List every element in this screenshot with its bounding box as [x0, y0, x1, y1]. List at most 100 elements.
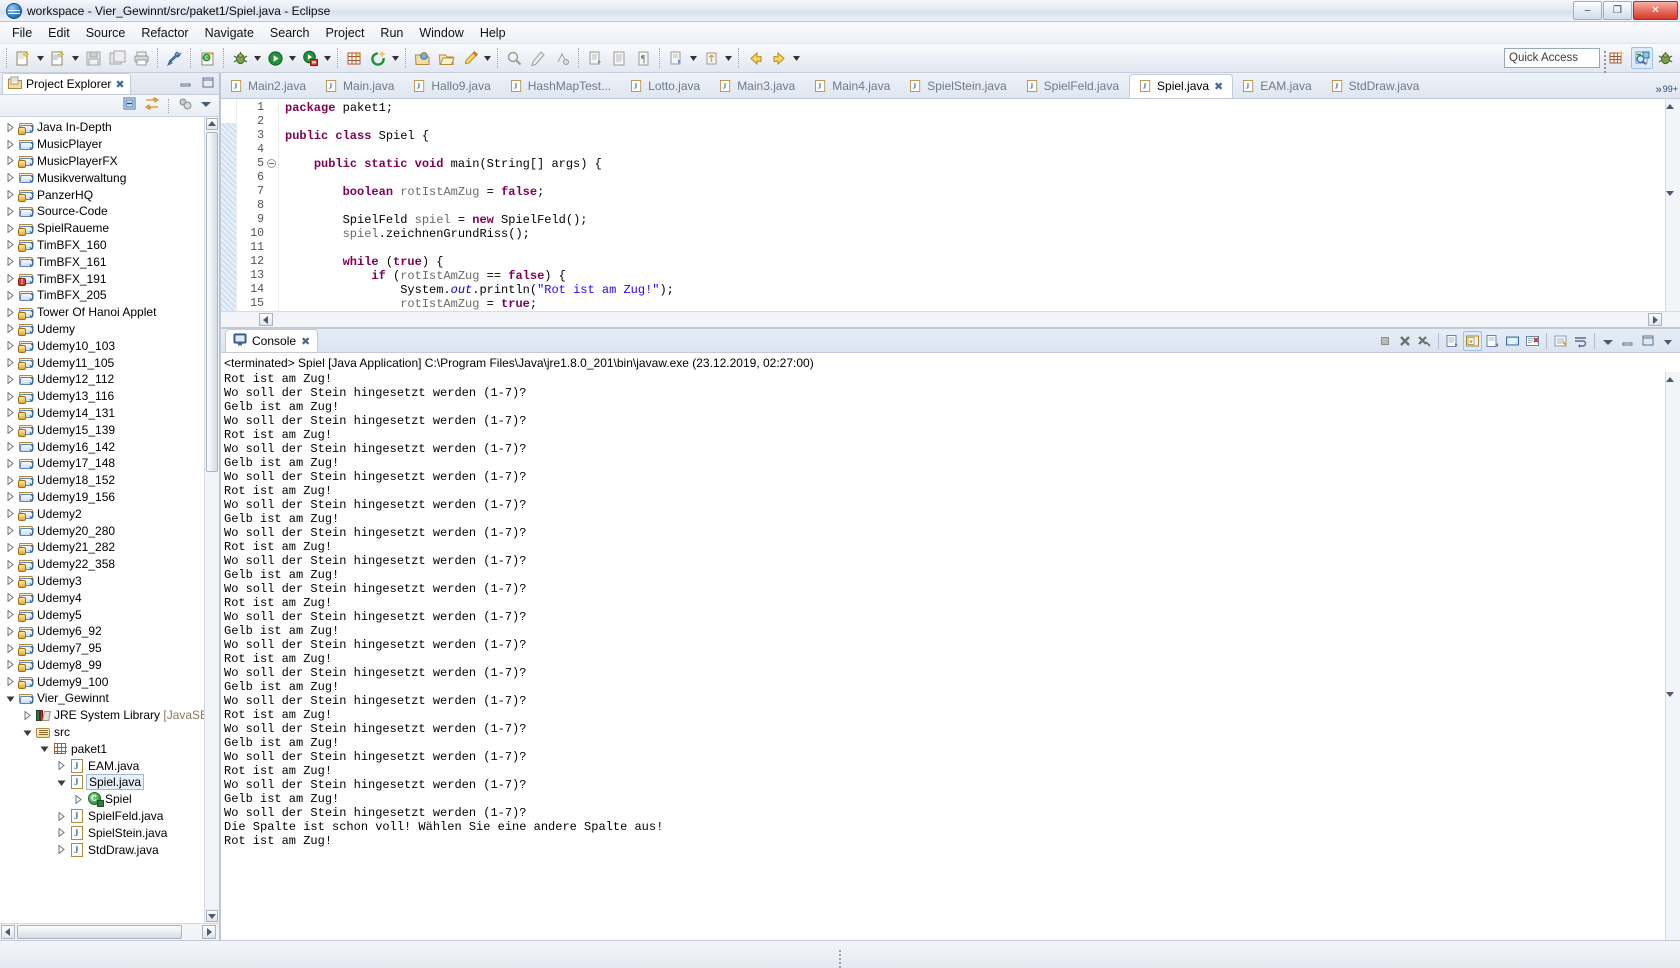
scroll-up-icon[interactable]: [1666, 372, 1680, 386]
chevron-right-icon[interactable]: [2, 274, 18, 284]
scroll-thumb[interactable]: [17, 925, 182, 939]
scroll-up-icon[interactable]: [206, 118, 218, 130]
folding-column[interactable]: [267, 99, 279, 311]
run-icon[interactable]: [264, 47, 286, 69]
collapse-all-icon[interactable]: [122, 96, 138, 115]
minimize-icon[interactable]: [178, 75, 194, 94]
tree-item[interactable]: J Udemy14_131: [0, 405, 219, 422]
back-icon[interactable]: [744, 47, 766, 69]
close-icon[interactable]: ✖: [115, 78, 124, 91]
show-console-icon[interactable]: [1443, 331, 1462, 351]
pin-console-icon[interactable]: [1463, 331, 1482, 351]
menu-refactor[interactable]: Refactor: [133, 24, 196, 42]
project-tree[interactable]: J Java In-Depth J MusicPlayer J MusicPlayerFX…: [0, 117, 219, 923]
word-wrap-icon[interactable]: [1571, 331, 1590, 351]
editor-tab-hashmaptest-[interactable]: J HashMapTest...: [501, 74, 621, 98]
new-package-icon[interactable]: [343, 47, 365, 69]
display-selected-console-icon[interactable]: [1483, 331, 1502, 351]
scroll-down-icon[interactable]: [206, 910, 218, 922]
focus-on-active-task-icon[interactable]: [177, 96, 193, 115]
tree-item[interactable]: J StdDraw.java: [0, 841, 219, 858]
chevron-right-icon[interactable]: [53, 761, 69, 771]
chevron-down-icon[interactable]: [1659, 331, 1678, 351]
scroll-right-icon[interactable]: [202, 925, 216, 939]
chevron-right-icon[interactable]: [2, 257, 18, 267]
tree-item[interactable]: J SpielFeld.java: [0, 808, 219, 825]
jump-up-dropdown-icon[interactable]: [723, 47, 734, 69]
tree-item[interactable]: J SpielRaueme: [0, 220, 219, 237]
tree-item[interactable]: J EAM.java: [0, 757, 219, 774]
tree-item[interactable]: J PanzerHQ: [0, 186, 219, 203]
view-menu-icon[interactable]: [199, 97, 213, 114]
tree-item[interactable]: J SpielStein.java: [0, 824, 219, 841]
tree-item-selected[interactable]: J Spiel.java: [0, 774, 219, 791]
chevron-right-icon[interactable]: [19, 710, 35, 720]
tree-item[interactable]: J MusicPlayer: [0, 136, 219, 153]
chevron-right-icon[interactable]: [2, 425, 18, 435]
tree-item[interactable]: J TimBFX_161: [0, 253, 219, 270]
tree-item[interactable]: J Udemy6_92: [0, 623, 219, 640]
chevron-right-icon[interactable]: [2, 374, 18, 384]
menu-navigate[interactable]: Navigate: [197, 24, 262, 42]
new-java-class-icon[interactable]: C: [196, 47, 218, 69]
scroll-down-icon[interactable]: [1666, 686, 1680, 700]
chevron-right-icon[interactable]: [2, 442, 18, 452]
scroll-up-icon[interactable]: [1666, 99, 1680, 113]
open-task-icon[interactable]: [435, 47, 457, 69]
tree-item[interactable]: src: [0, 724, 219, 741]
tree-item[interactable]: J Udemy8_99: [0, 657, 219, 674]
new-java-project-icon[interactable]: [47, 47, 69, 69]
toggle-markers-icon[interactable]: [163, 47, 185, 69]
maximize-icon[interactable]: [1639, 331, 1658, 351]
scroll-left-icon[interactable]: [259, 313, 273, 326]
tree-item[interactable]: J Udemy4: [0, 589, 219, 606]
link-with-editor-icon[interactable]: [144, 96, 160, 115]
source-code-text[interactable]: package paket1; public class Spiel { pub…: [279, 99, 1665, 311]
editor-tab-hallo9-java[interactable]: J Hallo9.java: [404, 74, 500, 98]
scroll-left-icon[interactable]: [1, 925, 15, 939]
explorer-vertical-scrollbar[interactable]: [204, 117, 219, 923]
menu-project[interactable]: Project: [318, 24, 373, 42]
chevron-right-icon[interactable]: [2, 475, 18, 485]
tree-item[interactable]: J TimBFX_205: [0, 287, 219, 304]
external-tools-dropdown-icon[interactable]: [390, 47, 401, 69]
chevron-right-icon[interactable]: [2, 206, 18, 216]
clear-console-icon[interactable]: [1523, 331, 1542, 351]
editor-tab-overflow[interactable]: » 99+: [1656, 84, 1678, 96]
chevron-right-icon[interactable]: [2, 190, 18, 200]
tree-item[interactable]: J Udemy17_148: [0, 455, 219, 472]
java-perspective-icon[interactable]: [1631, 47, 1653, 69]
menu-edit[interactable]: Edit: [40, 24, 78, 42]
tree-item[interactable]: J Udemy21_282: [0, 539, 219, 556]
chevron-right-icon[interactable]: [2, 408, 18, 418]
editor-tab-lotto-java[interactable]: J Lotto.java: [621, 74, 710, 98]
tree-item[interactable]: J Java In-Depth: [0, 119, 219, 136]
menu-window[interactable]: Window: [411, 24, 471, 42]
tab-console[interactable]: Console ✖: [225, 329, 319, 352]
chevron-right-icon[interactable]: [2, 643, 18, 653]
chevron-right-icon[interactable]: [2, 173, 18, 183]
chevron-right-icon[interactable]: [2, 458, 18, 468]
fold-toggle-icon[interactable]: [267, 159, 276, 168]
tree-item[interactable]: J Udemy15_139: [0, 421, 219, 438]
scroll-lock-icon[interactable]: [1551, 331, 1570, 351]
tree-item[interactable]: J Udemy7_95: [0, 640, 219, 657]
chevron-right-icon[interactable]: [2, 660, 18, 670]
remove-launch-icon[interactable]: [1395, 331, 1414, 351]
tree-item[interactable]: ! J TimBFX_191: [0, 270, 219, 287]
minimize-icon[interactable]: [1619, 331, 1638, 351]
chevron-right-icon[interactable]: [2, 139, 18, 149]
chevron-right-icon[interactable]: [2, 324, 18, 334]
open-console-icon[interactable]: [1503, 331, 1522, 351]
code-viewport[interactable]: 12345678910111213141516 package paket1; …: [221, 99, 1680, 311]
chevron-right-icon[interactable]: [2, 559, 18, 569]
explorer-horizontal-scrollbar[interactable]: [0, 923, 219, 940]
tree-item[interactable]: J Udemy3: [0, 573, 219, 590]
editor-tab-spielfeld-java[interactable]: J SpielFeld.java: [1017, 74, 1129, 98]
pencil-icon[interactable]: [459, 47, 481, 69]
chevron-right-icon[interactable]: [2, 156, 18, 166]
chevron-right-icon[interactable]: [2, 526, 18, 536]
tree-item[interactable]: C Spiel: [0, 791, 219, 808]
chevron-down-icon[interactable]: [19, 728, 35, 737]
chevron-right-icon[interactable]: [2, 122, 18, 132]
